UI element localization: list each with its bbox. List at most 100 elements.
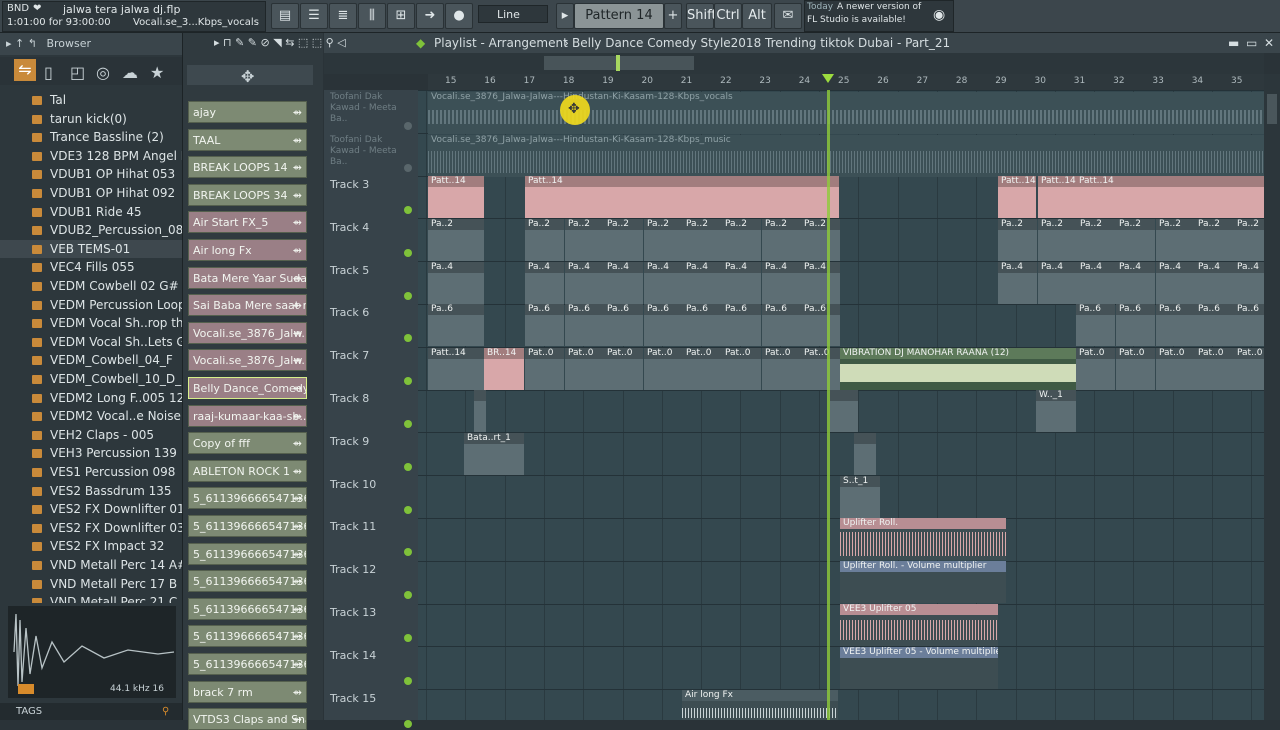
- pattern-clip[interactable]: Patt..14: [998, 176, 1036, 218]
- track-enable-dot[interactable]: [404, 634, 412, 642]
- vibration-clip[interactable]: VIBRATION DJ MANOHAR RAANA (12): [840, 348, 1076, 390]
- pattern-clip[interactable]: Pa..4: [565, 261, 604, 304]
- playhead-marker[interactable]: [822, 74, 834, 83]
- pattern-clip[interactable]: Patt..14: [525, 176, 839, 218]
- picker-clip[interactable]: 5_611396666547136.. ⇴: [188, 597, 307, 620]
- pattern-clip[interactable]: Pa..6: [1116, 304, 1155, 347]
- browser-item[interactable]: VEDM Cowbell 02 G#: [0, 277, 182, 295]
- browser-item[interactable]: VEDM Percussion Loop 028: [0, 296, 182, 314]
- pattern-clip[interactable]: Pa..6: [1234, 304, 1264, 347]
- track-enable-dot[interactable]: [404, 164, 412, 172]
- pattern-clip[interactable]: S..t_1: [840, 476, 880, 518]
- pattern-clip[interactable]: W.._1: [1036, 390, 1076, 432]
- track-enable-dot[interactable]: [404, 505, 412, 514]
- mic-icon[interactable]: ●: [445, 3, 473, 29]
- picker-clip[interactable]: 5_611396666547136.. ⇴: [188, 487, 307, 510]
- search-icon[interactable]: ⚲: [162, 703, 169, 720]
- browser-item[interactable]: VEDM Vocal Sh..rop the Bass: [0, 314, 182, 332]
- playlist-tools-icon[interactable]: ▸ ⊓ ✎ ✎ ⊘ ◥ ⇆ ⬚ ⬚ ⚲ ◁: [214, 33, 346, 53]
- track-enable-dot[interactable]: [404, 334, 412, 343]
- pattern-clip[interactable]: Pat..0: [801, 348, 840, 390]
- browser-item[interactable]: tarun kick(0): [0, 110, 182, 128]
- track-enable-dot[interactable]: [404, 719, 412, 728]
- pattern-clip[interactable]: Pa..4: [644, 261, 683, 304]
- picker-clip[interactable]: Belly Dance_Comedy.. ⇴: [188, 377, 307, 399]
- picker-clip[interactable]: Air long Fx ⇴: [188, 239, 307, 261]
- playlist-grid[interactable]: Vocali.se_3876_Jalwa-Jalwa---Hindustan-K…: [418, 90, 1264, 720]
- browser-item[interactable]: VES2 FX Downlifter 03: [0, 519, 182, 537]
- drag-icon[interactable]: ⇴: [293, 544, 302, 564]
- picker-clip[interactable]: 5_611396666547136.. ⇴: [188, 515, 307, 537]
- pattern-clip[interactable]: Pat..0: [525, 348, 564, 390]
- browser-item[interactable]: VDUB2_Percussion_084: [0, 221, 182, 239]
- drag-icon[interactable]: ⇴: [293, 682, 302, 702]
- drag-icon[interactable]: ⇴: [293, 102, 302, 122]
- pattern-clip[interactable]: Pat..0: [762, 348, 801, 390]
- pattern-clip[interactable]: Pa..4: [1234, 261, 1264, 304]
- pattern-clip[interactable]: Pa..4: [604, 261, 643, 304]
- browser-item[interactable]: VES1 Percussion 098: [0, 463, 182, 481]
- browser-item[interactable]: VEH3 Percussion 139: [0, 444, 182, 462]
- picker-clip[interactable]: 5_611396666547136.. ⇴: [188, 625, 307, 648]
- file-icon[interactable]: ▯: [44, 63, 53, 82]
- drag-icon[interactable]: ⇴: [293, 461, 302, 481]
- shift-key[interactable]: Shift: [686, 3, 717, 29]
- pattern-clip[interactable]: Pat..0: [683, 348, 722, 390]
- pattern-clip[interactable]: Pa..4: [1156, 261, 1195, 304]
- browser-item[interactable]: VEDM_Cowbell_04_F: [0, 351, 182, 369]
- pattern-clip[interactable]: Pa..4: [1077, 261, 1116, 304]
- pattern-clip[interactable]: Pa..2: [998, 218, 1037, 261]
- tags-bar[interactable]: TAGS ⚲: [0, 703, 182, 720]
- play-preview-icon[interactable]: [18, 684, 34, 694]
- browser-item[interactable]: VDUB1 Ride 45: [0, 203, 182, 221]
- alt-key[interactable]: Alt: [742, 3, 772, 29]
- browser-item[interactable]: VEH2 Claps - 005: [0, 426, 182, 444]
- pattern-clip[interactable]: Patt..14: [428, 348, 484, 390]
- pattern-clip[interactable]: Pat..0: [604, 348, 643, 390]
- picker-clip[interactable]: 5_611396666547136.. ⇴: [188, 542, 307, 565]
- browser-item[interactable]: VES2 FX Impact 32: [0, 537, 182, 555]
- picker-clip[interactable]: TAAL ⇴: [188, 128, 307, 151]
- browser-item[interactable]: VEDM2 Long F..005 128 BPM: [0, 389, 182, 407]
- pattern-clip[interactable]: Pa..6: [1195, 304, 1234, 347]
- airlong-clip[interactable]: Air long Fx: [682, 690, 838, 720]
- pattern-clip[interactable]: Pa..2: [1077, 218, 1116, 261]
- track-enable-dot[interactable]: [404, 122, 412, 130]
- pattern-clip[interactable]: Patt..14: [428, 176, 484, 218]
- pattern-clip[interactable]: Pa..4: [998, 261, 1037, 304]
- pattern-clip[interactable]: Pa..6: [722, 304, 761, 347]
- pattern-clip[interactable]: Pa..6: [762, 304, 801, 347]
- browser-item[interactable]: VDE3 128 BPM Angel FX 1: [0, 147, 182, 165]
- drag-icon[interactable]: ⇴: [293, 599, 302, 619]
- pattern-clip[interactable]: Pa..2: [1038, 218, 1077, 261]
- track-enable-dot[interactable]: [404, 591, 412, 600]
- drag-icon[interactable]: ⇴: [293, 571, 302, 591]
- pattern-clip[interactable]: Pat..0: [565, 348, 604, 390]
- pattern-clip[interactable]: [474, 390, 486, 432]
- pattern-clip[interactable]: Pa..6: [565, 304, 604, 347]
- pattern-clip[interactable]: Pa..4: [1116, 261, 1155, 304]
- close-icon[interactable]: ✕: [1264, 33, 1274, 53]
- drag-icon[interactable]: ⇴: [293, 157, 302, 177]
- pattern-clip[interactable]: Pa..2: [644, 218, 683, 261]
- picker-clip[interactable]: Vocali.se_3876_Jalw.. ⇴: [188, 321, 307, 344]
- picker-clip[interactable]: Copy of fff ⇴: [188, 432, 307, 455]
- browser-item[interactable]: VDUB1 OP Hihat 053: [0, 165, 182, 183]
- track-enable-dot[interactable]: [404, 248, 412, 257]
- news-panel[interactable]: Today A newer version of FL Studio is av…: [804, 0, 954, 32]
- pattern-clip[interactable]: Pat..0: [1116, 348, 1155, 390]
- track-enable-dot[interactable]: [404, 420, 412, 428]
- pattern-clip[interactable]: Pa..2: [428, 218, 484, 261]
- pattern-clip[interactable]: Pa..6: [1156, 304, 1195, 347]
- browser-item[interactable]: VEB TEMS-01: [0, 239, 182, 258]
- pattern-clip[interactable]: Pa..6: [1076, 304, 1115, 347]
- drag-icon[interactable]: ⇴: [293, 378, 302, 398]
- pattern-clip[interactable]: Pa..4: [762, 261, 801, 304]
- drag-icon[interactable]: ⇴: [293, 654, 302, 674]
- pattern-clip[interactable]: Pa..2: [762, 218, 801, 261]
- drag-icon[interactable]: ⇴: [293, 433, 302, 453]
- drag-icon[interactable]: ⇴: [293, 516, 302, 536]
- drag-icon[interactable]: ⇴: [293, 323, 302, 343]
- maximize-icon[interactable]: ▭: [1246, 33, 1257, 53]
- pattern-selector[interactable]: Pattern 14: [574, 3, 664, 29]
